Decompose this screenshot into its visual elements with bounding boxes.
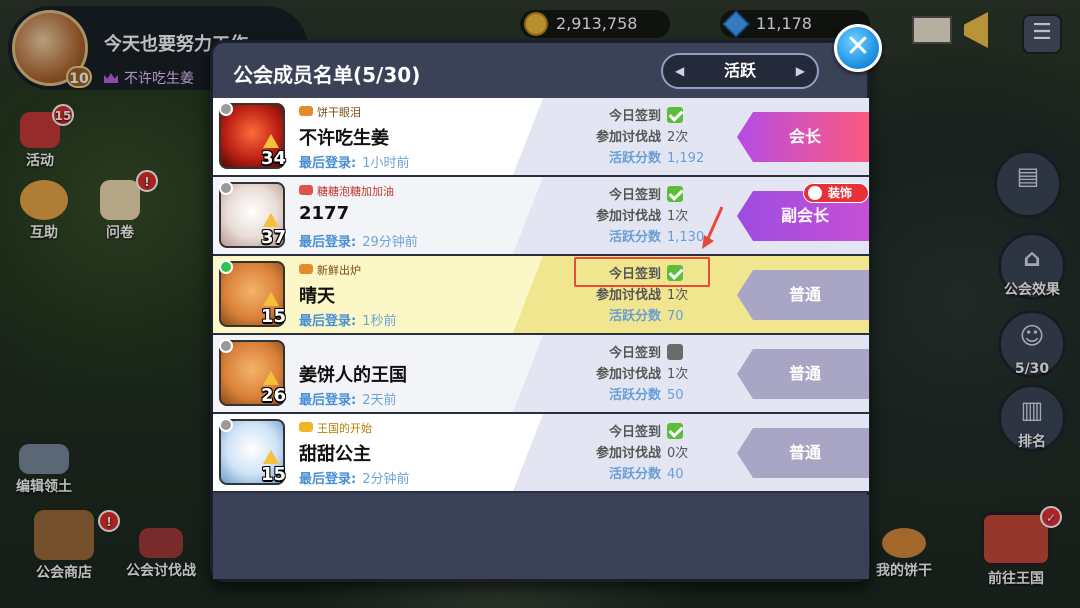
role-button-member[interactable]: 普通 bbox=[737, 270, 869, 320]
online-indicator bbox=[219, 260, 233, 274]
member-level: 15 bbox=[261, 464, 287, 485]
chevron-right-icon[interactable]: ▶ bbox=[796, 55, 805, 87]
member-stats: 今日签到 参加讨伐战 1次 活跃分数 1,130 bbox=[595, 186, 705, 245]
offline-indicator bbox=[219, 339, 233, 353]
empty-checkbox-icon bbox=[667, 344, 683, 360]
role-button-member[interactable]: 普通 bbox=[737, 349, 869, 399]
offline-indicator bbox=[219, 102, 233, 116]
title-icon bbox=[299, 185, 313, 195]
modal-footer bbox=[213, 495, 869, 579]
offline-indicator bbox=[219, 181, 233, 195]
member-name: 不许吃生姜 bbox=[299, 128, 389, 149]
member-row[interactable]: 15 王国的开始 甜甜公主 最后登录: 2分钟前 今日签到 参加讨伐战 0次 活跃分… bbox=[213, 414, 869, 491]
member-name: 甜甜公主 bbox=[299, 444, 371, 465]
member-row-self[interactable]: 15 新鲜出炉 晴天 最后登录: 1秒前 今日签到 参加讨伐战 1次 活跃分数 70 … bbox=[213, 256, 869, 333]
sort-filter-selector[interactable]: ◀ 活跃 ▶ bbox=[661, 53, 819, 89]
member-level: 37 bbox=[261, 227, 287, 248]
member-title: 饼干眼泪 bbox=[299, 104, 361, 120]
member-title: 王国的开始 bbox=[299, 420, 372, 436]
chevron-left-icon[interactable]: ◀ bbox=[675, 55, 684, 87]
member-name: 2177 bbox=[299, 203, 350, 224]
member-last-login: 最后登录: 2天前 bbox=[299, 393, 397, 408]
member-stats: 今日签到 参加讨伐战 0次 活跃分数 40 bbox=[595, 423, 689, 482]
title-icon bbox=[299, 106, 313, 116]
member-last-login: 最后登录: 1小时前 bbox=[299, 156, 410, 171]
annotation-highlight-box bbox=[574, 257, 710, 287]
member-level: 26 bbox=[261, 385, 287, 406]
sort-filter-label: 活跃 bbox=[723, 61, 756, 80]
check-icon bbox=[667, 107, 683, 123]
member-title: 新鲜出炉 bbox=[299, 262, 361, 278]
crown-icon bbox=[299, 422, 313, 432]
check-icon bbox=[667, 186, 683, 202]
annotation-arrow-icon bbox=[702, 206, 724, 249]
member-row[interactable]: 37 糖糖泡糖加加油 2177 最后登录: 29分钟前 今日签到 参加讨伐战 1次 … bbox=[213, 177, 869, 254]
decoration-badge[interactable]: 装饰 bbox=[803, 183, 869, 203]
member-row[interactable]: 26 姜饼人的王国 最后登录: 2天前 今日签到 参加讨伐战 1次 活跃分数 50 普… bbox=[213, 335, 869, 412]
role-button-member[interactable]: 普通 bbox=[737, 428, 869, 478]
title-icon bbox=[299, 264, 313, 274]
member-stats: 今日签到 参加讨伐战 1次 活跃分数 50 bbox=[595, 344, 689, 403]
offline-indicator bbox=[219, 418, 233, 432]
member-level: 15 bbox=[261, 306, 287, 327]
member-row[interactable]: 34 饼干眼泪 不许吃生姜 最后登录: 1小时前 今日签到 参加讨伐战 2次 活跃分… bbox=[213, 98, 869, 175]
member-last-login: 最后登录: 2分钟前 bbox=[299, 472, 410, 487]
member-name: 晴天 bbox=[299, 286, 335, 307]
member-name: 姜饼人的王国 bbox=[299, 365, 407, 386]
member-title: 糖糖泡糖加加油 bbox=[299, 183, 394, 199]
check-icon bbox=[667, 423, 683, 439]
guild-members-modal: 公会成员名单(5/30) ◀ 活跃 ▶ 34 饼干眼泪 不许吃生姜 最后登录: 1… bbox=[210, 40, 870, 582]
member-last-login: 最后登录: 29分钟前 bbox=[299, 235, 418, 250]
member-level: 34 bbox=[261, 148, 287, 169]
modal-title: 公会成员名单(5/30) bbox=[233, 63, 421, 87]
member-stats: 今日签到 参加讨伐战 2次 活跃分数 1,192 bbox=[595, 107, 705, 166]
role-button-leader[interactable]: 会长 bbox=[737, 112, 869, 162]
member-list[interactable]: 34 饼干眼泪 不许吃生姜 最后登录: 1小时前 今日签到 参加讨伐战 2次 活跃分… bbox=[213, 98, 869, 493]
close-icon[interactable]: ✕ bbox=[834, 24, 882, 72]
member-last-login: 最后登录: 1秒前 bbox=[299, 314, 397, 329]
